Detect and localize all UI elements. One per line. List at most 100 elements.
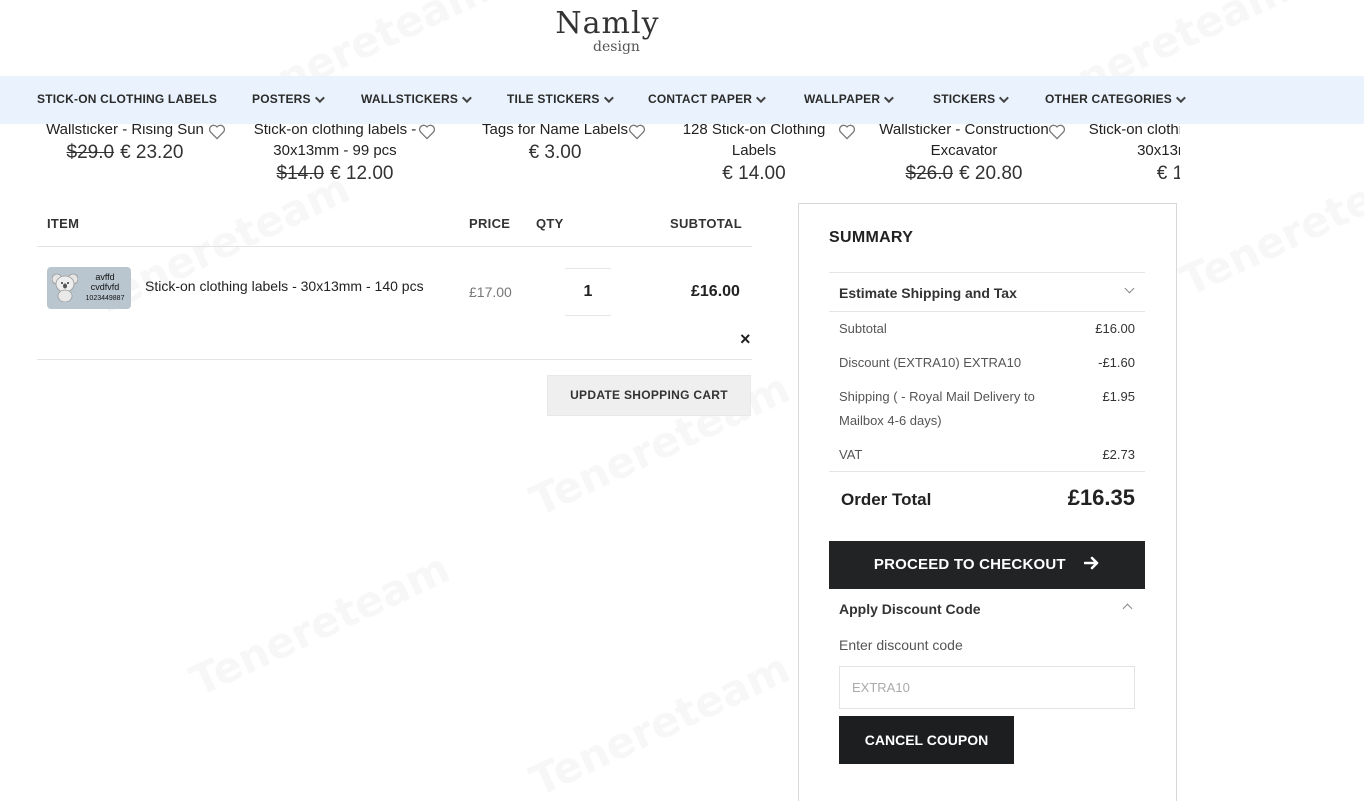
wishlist-heart-icon[interactable] [208, 124, 226, 140]
column-header-price: PRICE [469, 216, 511, 231]
chevron-down-icon [1175, 92, 1186, 103]
product-name[interactable]: Wallsticker - Rising Sun [30, 124, 220, 140]
product-price: € 1 [1085, 163, 1180, 185]
watermark: Tenereteam [182, 543, 458, 706]
product-price: $29.0 € 23.20 [30, 142, 220, 164]
product-card[interactable]: Stick-on clothing labels - 30x13mm - 99 … [245, 124, 425, 185]
summary-value-shipping: £1.95 [1102, 389, 1135, 404]
product-current-price: € 23.20 [120, 142, 184, 163]
chevron-down-icon [999, 92, 1010, 103]
order-total-label: Order Total [841, 490, 932, 509]
cart-item-subtotal: £16.00 [691, 283, 740, 300]
product-current-price: € 12.00 [330, 163, 394, 184]
summary-label-discount: Discount (EXTRA10) EXTRA10 [839, 355, 1022, 370]
nav-item-clothing-labels[interactable]: STICK-ON CLOTHING LABELS [37, 92, 217, 106]
wishlist-heart-icon[interactable] [1048, 124, 1066, 140]
chevron-down-icon [603, 92, 614, 103]
nav-item-contact-paper[interactable]: CONTACT PAPER [648, 92, 767, 106]
nav-label: WALLPAPER [804, 92, 881, 106]
apply-discount-toggle[interactable]: Apply Discount Code [839, 601, 981, 617]
order-summary: SUMMARY Estimate Shipping and Tax Subtot… [798, 203, 1177, 801]
nav-item-posters[interactable]: POSTERS [252, 92, 325, 106]
cart-item-thumbnail[interactable]: avffd cvdfvfd 1023449887 [47, 267, 131, 309]
product-old-price: $26.0 [905, 163, 954, 184]
watermark: Tenereteam [522, 643, 798, 801]
update-cart-button[interactable]: UPDATE SHOPPING CART [547, 375, 751, 416]
chevron-down-icon [462, 92, 472, 103]
related-products-carousel: Wallsticker - Rising Sun $29.0 € 23.20 St… [0, 124, 1180, 194]
cancel-coupon-button[interactable]: CANCEL COUPON [839, 716, 1014, 764]
column-header-qty: QTY [536, 216, 564, 231]
chevron-down-icon [314, 92, 325, 103]
nav-item-tile-stickers[interactable]: TILE STICKERS [507, 92, 614, 106]
wishlist-heart-icon[interactable] [628, 124, 646, 140]
wishlist-heart-icon[interactable] [838, 124, 856, 140]
main-nav: STICK-ON CLOTHING LABELS POSTERS WALLSTI… [0, 76, 1364, 124]
proceed-to-checkout-button[interactable]: PROCEED TO CHECKOUT [829, 541, 1145, 589]
chevron-down-icon [1124, 283, 1135, 294]
summary-value-discount: -£1.60 [1098, 355, 1135, 370]
chevron-down-icon [756, 92, 767, 103]
product-card[interactable]: Wallsticker - Rising Sun $29.0 € 23.20 [30, 124, 220, 164]
nav-label: POSTERS [252, 92, 311, 106]
arrow-right-icon [1084, 556, 1099, 570]
nav-label: WALLSTICKERS [361, 92, 459, 106]
nav-item-stickers[interactable]: STICKERS [933, 92, 1010, 106]
nav-label: CONTACT PAPER [648, 92, 753, 106]
product-old-price: $29.0 [66, 142, 115, 163]
cart-item-name[interactable]: Stick-on clothing labels - 30x13mm - 140… [145, 278, 424, 294]
product-current-price: € 1 [1156, 163, 1180, 184]
estimate-shipping-toggle[interactable]: Estimate Shipping and Tax [829, 272, 1145, 312]
cart-item-price: £17.00 [469, 284, 512, 300]
product-card[interactable]: Wallsticker - Construction Excavator $26… [869, 124, 1059, 185]
product-price: € 14.00 [669, 163, 839, 185]
koala-image-icon [52, 273, 78, 302]
product-card[interactable]: Tags for Name Labels € 3.00 [460, 124, 650, 164]
order-total-value: £16.35 [1067, 485, 1135, 510]
nav-item-other-categories[interactable]: OTHER CATEGORIES [1045, 92, 1186, 106]
thumbnail-text: 1023449887 [85, 295, 125, 302]
nav-label: STICK-ON CLOTHING LABELS [37, 92, 218, 106]
table-divider [37, 359, 752, 360]
product-name[interactable]: Stick-on clothing labels - 30x13mm - 99 … [245, 124, 425, 161]
column-header-item: ITEM [47, 216, 80, 231]
site-logo[interactable]: Namly design [0, 6, 1215, 55]
product-old-price: $14.0 [276, 163, 325, 184]
product-name[interactable]: Wallsticker - Construction Excavator [869, 124, 1059, 161]
logo-name: Namly [555, 6, 660, 41]
quantity-input[interactable]: 1 [565, 268, 611, 316]
wishlist-heart-icon[interactable] [418, 124, 436, 140]
product-card[interactable]: 128 Stick-on Clothing Labels € 14.00 [669, 124, 839, 185]
nav-label: STICKERS [933, 92, 996, 106]
summary-label-subtotal: Subtotal [839, 321, 887, 336]
discount-code-label: Enter discount code [839, 637, 963, 653]
discount-code-input[interactable] [839, 666, 1135, 709]
product-price: € 3.00 [460, 142, 650, 164]
summary-label-vat: VAT [839, 447, 863, 462]
thumbnail-text: cvdfvfd [90, 282, 120, 292]
product-name[interactable]: 128 Stick-on Clothing Labels [669, 124, 839, 161]
summary-divider [829, 471, 1145, 472]
product-price: $26.0 € 20.80 [869, 163, 1059, 185]
nav-label: TILE STICKERS [507, 92, 600, 106]
product-current-price: € 14.00 [722, 163, 786, 184]
chevron-up-icon[interactable] [1122, 603, 1133, 614]
summary-value-subtotal: £16.00 [1095, 321, 1135, 336]
nav-item-wallpaper[interactable]: WALLPAPER [804, 92, 895, 106]
chevron-down-icon [884, 92, 895, 103]
summary-value-vat: £2.73 [1102, 447, 1135, 462]
checkout-label: PROCEED TO CHECKOUT [873, 556, 1066, 573]
estimate-shipping-label: Estimate Shipping and Tax [839, 285, 1017, 301]
logo-subtitle: design [593, 39, 640, 55]
remove-item-icon[interactable]: × [740, 329, 751, 350]
product-card[interactable]: Stick-on clothing labels - 30x13mm € 1 [1085, 124, 1180, 185]
watermark: Tenereteam [1172, 143, 1364, 306]
product-name[interactable]: Stick-on clothing labels - 30x13mm [1085, 124, 1180, 161]
column-header-subtotal: SUBTOTAL [670, 216, 742, 231]
nav-label: OTHER CATEGORIES [1045, 92, 1172, 106]
product-name[interactable]: Tags for Name Labels [460, 124, 650, 140]
summary-title: SUMMARY [829, 229, 914, 246]
nav-item-wallstickers[interactable]: WALLSTICKERS [361, 92, 472, 106]
summary-label-shipping: Shipping ( - Royal Mail Delivery to Mail… [839, 389, 1035, 428]
table-divider [37, 246, 752, 247]
